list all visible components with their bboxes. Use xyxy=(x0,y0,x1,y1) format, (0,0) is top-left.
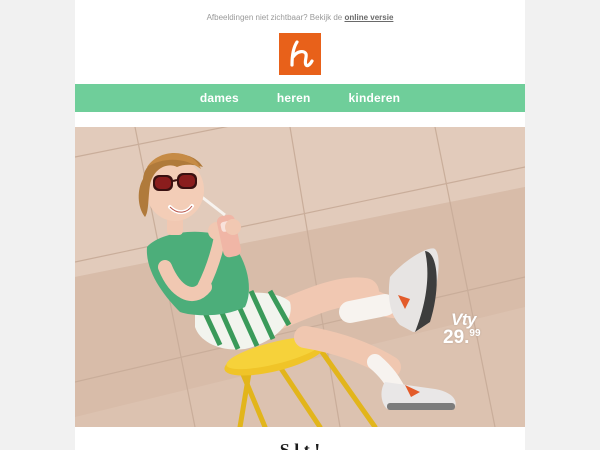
price-brand: Vty xyxy=(451,310,476,329)
price-amount: 29.99 xyxy=(443,328,481,347)
hema-h-icon xyxy=(290,40,314,68)
hero-image xyxy=(75,127,525,427)
nav-link-dames[interactable]: dames xyxy=(181,91,258,105)
price-main: 29. xyxy=(443,327,470,348)
email-container: Afbeeldingen niet zichtbaar? Bekijk de o… xyxy=(75,0,525,450)
online-version-link[interactable]: online versie xyxy=(344,13,393,22)
nav-link-heren[interactable]: heren xyxy=(258,91,330,105)
preheader: Afbeeldingen niet zichtbaar? Bekijk de o… xyxy=(75,13,525,22)
price-cents: 99 xyxy=(469,328,481,339)
hero-banner[interactable]: Vty 29.99 xyxy=(75,127,525,427)
headline: S l t ! xyxy=(279,440,321,450)
hema-logo[interactable] xyxy=(279,33,321,75)
price-badge: Vty 29.99 xyxy=(443,311,481,347)
preheader-text: Afbeeldingen niet zichtbaar? Bekijk de xyxy=(206,13,343,22)
nav-link-kinderen[interactable]: kinderen xyxy=(330,91,420,105)
main-navigation: dames heren kinderen xyxy=(75,84,525,112)
